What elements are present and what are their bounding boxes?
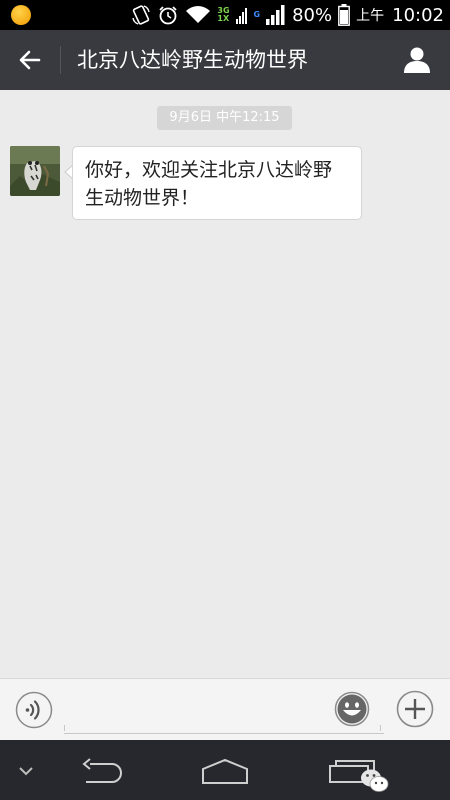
- wifi-icon: [186, 6, 211, 23]
- time-period: 上午: [356, 8, 385, 24]
- notification-dot-icon: [11, 5, 31, 25]
- input-edge-right: [380, 725, 381, 731]
- wechat-logo-icon: [361, 769, 389, 792]
- battery-icon: [338, 4, 351, 26]
- home-nav-icon[interactable]: [201, 757, 249, 787]
- battery-percent: 80%: [292, 4, 333, 26]
- input-bar: [0, 678, 450, 741]
- signal-strength-icon-2: [266, 5, 285, 25]
- network-g-label: G: [254, 11, 261, 19]
- profile-icon[interactable]: [402, 45, 432, 75]
- message-bubble[interactable]: 你好，欢迎关注北京八达岭野生动物世界！: [72, 146, 362, 220]
- network-1x-label: 1X: [217, 14, 230, 23]
- system-nav-bar: [0, 740, 450, 800]
- plus-icon[interactable]: [396, 690, 434, 728]
- network-g-text: G: [253, 10, 261, 19]
- title-divider: [60, 46, 61, 74]
- status-icons: 3G 1X G 80% 上午 10:02: [131, 0, 444, 30]
- network-type-label: 3G 1X: [217, 7, 229, 23]
- status-bar: 3G 1X G 80% 上午 10:02: [0, 0, 450, 30]
- emoji-icon[interactable]: [334, 691, 370, 727]
- account-avatar[interactable]: [10, 146, 60, 196]
- alarm-icon: [159, 6, 178, 25]
- clock: 10:02: [392, 4, 444, 26]
- chevron-down-icon[interactable]: [18, 765, 34, 777]
- back-nav-icon[interactable]: [78, 757, 124, 787]
- message-timestamp: 9月6日 中午12:15: [157, 106, 292, 130]
- back-arrow-icon[interactable]: [14, 44, 46, 76]
- voice-input-icon[interactable]: [15, 691, 53, 729]
- signal-strength-icon-1: [235, 8, 247, 24]
- rotation-lock-icon: [132, 5, 151, 25]
- page-title: 北京八达岭野生动物世界: [77, 48, 308, 72]
- input-edge-left: [64, 725, 65, 731]
- title-bar: 北京八达岭野生动物世界: [0, 30, 450, 90]
